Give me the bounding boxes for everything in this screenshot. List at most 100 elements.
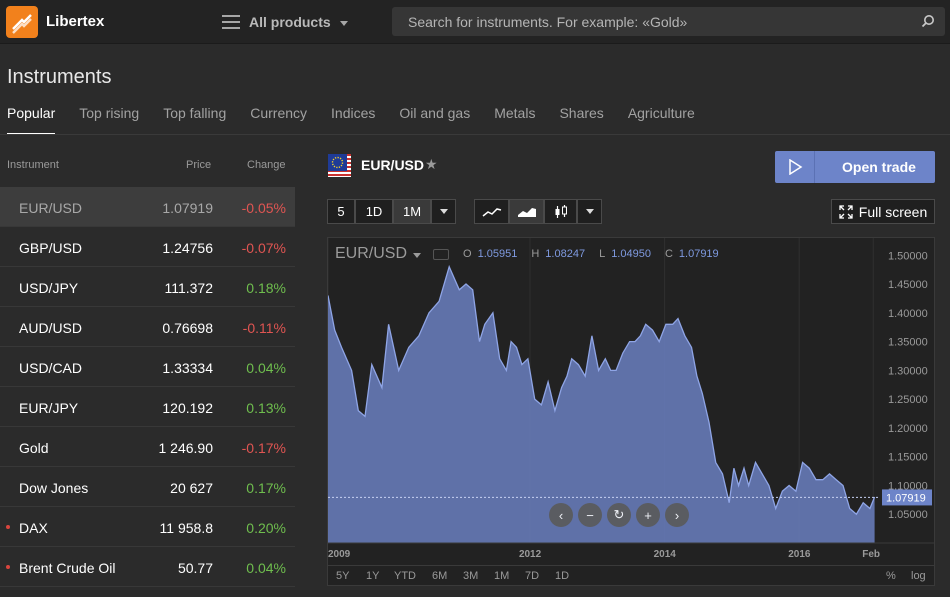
chevron-down-icon bbox=[339, 21, 348, 26]
area-chart-icon bbox=[517, 207, 536, 217]
close-value: 1.07919 bbox=[678, 248, 719, 260]
instrument-row[interactable]: USD/CAD 1.33334 0.04% bbox=[0, 347, 295, 387]
interval-1d-button[interactable]: 1D bbox=[355, 199, 393, 224]
instrument-name: GBP/USD bbox=[19, 240, 83, 256]
scroll-right-button[interactable]: › bbox=[665, 503, 689, 527]
instrument-row[interactable]: USD/JPY 111.372 0.18% bbox=[0, 267, 295, 307]
instrument-change: 0.04% bbox=[246, 360, 286, 376]
range-ytd[interactable]: YTD bbox=[394, 570, 416, 582]
instrument-name: USD/JPY bbox=[19, 280, 79, 296]
all-products-label: All products bbox=[249, 14, 331, 30]
low-label: L bbox=[599, 248, 606, 260]
instruments-table-header: Instrument Price Change bbox=[0, 152, 295, 180]
instrument-row[interactable]: EUR/JPY 120.192 0.13% bbox=[0, 387, 295, 427]
instrument-price: 1.33334 bbox=[162, 360, 213, 376]
instrument-row[interactable]: DAX 11 958.8 0.20% bbox=[0, 507, 295, 547]
y-tick-label: 1.40000 bbox=[888, 308, 928, 320]
tab-currency[interactable]: Currency bbox=[250, 105, 307, 135]
tab-top-falling[interactable]: Top falling bbox=[163, 105, 226, 135]
instrument-row[interactable]: Gold 1 246.90 -0.17% bbox=[0, 427, 295, 467]
instrument-change: 0.04% bbox=[246, 560, 286, 576]
all-products-menu[interactable]: All products bbox=[222, 10, 348, 34]
favorite-star-icon[interactable]: ★ bbox=[425, 156, 438, 173]
instrument-row[interactable]: EUR/USD 1.07919 -0.05% bbox=[0, 187, 295, 227]
chart-symbol-selector[interactable]: EUR/USD bbox=[335, 245, 422, 263]
tab-agriculture[interactable]: Agriculture bbox=[628, 105, 695, 135]
search-icon[interactable] bbox=[921, 14, 935, 28]
range-1y[interactable]: 1Y bbox=[366, 570, 379, 582]
scale-log[interactable]: log bbox=[911, 570, 926, 582]
instrument-name: Brent Crude Oil bbox=[19, 560, 116, 576]
search-input[interactable] bbox=[392, 7, 912, 36]
chart-symbol-label: EUR/USD bbox=[335, 245, 408, 262]
instrument-change: -0.05% bbox=[241, 200, 286, 216]
page-title: Instruments bbox=[7, 66, 112, 88]
tab-popular[interactable]: Popular bbox=[7, 105, 56, 135]
instrument-title: EUR/USD bbox=[361, 157, 425, 173]
zoom-out-button[interactable]: − bbox=[578, 503, 602, 527]
x-tick-label: 2012 bbox=[519, 549, 542, 560]
interval-1m-button[interactable]: 1M bbox=[393, 199, 431, 224]
low-value: 1.04950 bbox=[611, 248, 651, 260]
tab-metals[interactable]: Metals bbox=[494, 105, 535, 135]
scroll-left-button[interactable]: ‹ bbox=[549, 503, 573, 527]
interval-dropdown-button[interactable] bbox=[431, 199, 456, 224]
libertex-logo[interactable] bbox=[6, 6, 38, 38]
search-bar bbox=[392, 7, 945, 36]
y-tick-label: 1.30000 bbox=[888, 365, 928, 377]
y-tick-label: 1.50000 bbox=[888, 250, 928, 262]
range-3m[interactable]: 3M bbox=[463, 570, 478, 582]
candlestick-button[interactable] bbox=[544, 199, 577, 224]
instrument-change: -0.11% bbox=[242, 320, 286, 336]
tab-indices[interactable]: Indices bbox=[331, 105, 375, 135]
tab-top-rising[interactable]: Top rising bbox=[79, 105, 139, 135]
instrument-price: 0.76698 bbox=[162, 320, 213, 336]
y-tick-label: 1.20000 bbox=[888, 423, 928, 435]
line-chart-button[interactable] bbox=[474, 199, 509, 224]
range-1d[interactable]: 1D bbox=[555, 570, 569, 582]
instruments-list: EUR/USD 1.07919 -0.05% GBP/USD 1.24756 -0.07%… bbox=[0, 187, 295, 587]
tabs-divider bbox=[0, 134, 950, 135]
instrument-row[interactable]: Dow Jones 20 627 0.17% bbox=[0, 467, 295, 507]
tab-oil-and-gas[interactable]: Oil and gas bbox=[399, 105, 470, 135]
scale-percent[interactable]: % bbox=[886, 570, 896, 582]
interval-5-button[interactable]: 5 bbox=[327, 199, 355, 224]
brand-name: Libertex bbox=[46, 13, 105, 30]
range-7d[interactable]: 7D bbox=[525, 570, 539, 582]
area-chart-button[interactable] bbox=[509, 199, 544, 224]
ohlc-legend: EUR/USD O 1.05951 H 1.08247 L 1.04950 C … bbox=[335, 245, 719, 263]
instrument-change: -0.17% bbox=[241, 440, 286, 456]
chart-type-dropdown-button[interactable] bbox=[577, 199, 602, 224]
range-6m[interactable]: 6M bbox=[432, 570, 447, 582]
chevron-down-icon bbox=[413, 253, 422, 258]
chart-navigation: ‹ − ↻ + › bbox=[549, 503, 689, 527]
high-label: H bbox=[531, 248, 540, 260]
instrument-row[interactable]: AUD/USD 0.76698 -0.11% bbox=[0, 307, 295, 347]
x-tick-label: 2014 bbox=[654, 549, 677, 560]
range-1m[interactable]: 1M bbox=[494, 570, 509, 582]
header-price: Price bbox=[186, 159, 212, 171]
market-closed-dot-icon bbox=[6, 525, 10, 529]
instrument-change: 0.18% bbox=[246, 280, 286, 296]
chevron-down-icon bbox=[439, 209, 448, 214]
y-tick-label: 1.35000 bbox=[888, 337, 928, 349]
instrument-row[interactable]: Brent Crude Oil 50.77 0.04% bbox=[0, 547, 295, 587]
instrument-price: 1 246.90 bbox=[158, 440, 214, 456]
open-trade-button[interactable]: Open trade bbox=[775, 151, 935, 183]
hamburger-icon bbox=[222, 15, 240, 29]
price-area bbox=[328, 266, 875, 543]
tab-shares[interactable]: Shares bbox=[559, 105, 603, 135]
instrument-change: 0.17% bbox=[246, 480, 286, 496]
zoom-in-button[interactable]: + bbox=[636, 503, 660, 527]
full-screen-label: Full screen bbox=[858, 203, 928, 220]
instrument-price: 1.07919 bbox=[162, 200, 213, 216]
x-tick-label: 2016 bbox=[788, 549, 811, 560]
instrument-row[interactable]: GBP/USD 1.24756 -0.07% bbox=[0, 227, 295, 267]
range-5y[interactable]: 5Y bbox=[336, 570, 349, 582]
instrument-price: 1.24756 bbox=[162, 240, 213, 256]
full-screen-button[interactable]: Full screen bbox=[831, 199, 935, 224]
reset-zoom-button[interactable]: ↻ bbox=[607, 503, 631, 527]
visibility-toggle-icon[interactable] bbox=[433, 248, 450, 260]
y-tick-label: 1.45000 bbox=[888, 279, 928, 291]
price-chart[interactable]: 1.05000 1.10000 1.15000 1.20000 1.25000 1.300… bbox=[327, 237, 935, 586]
